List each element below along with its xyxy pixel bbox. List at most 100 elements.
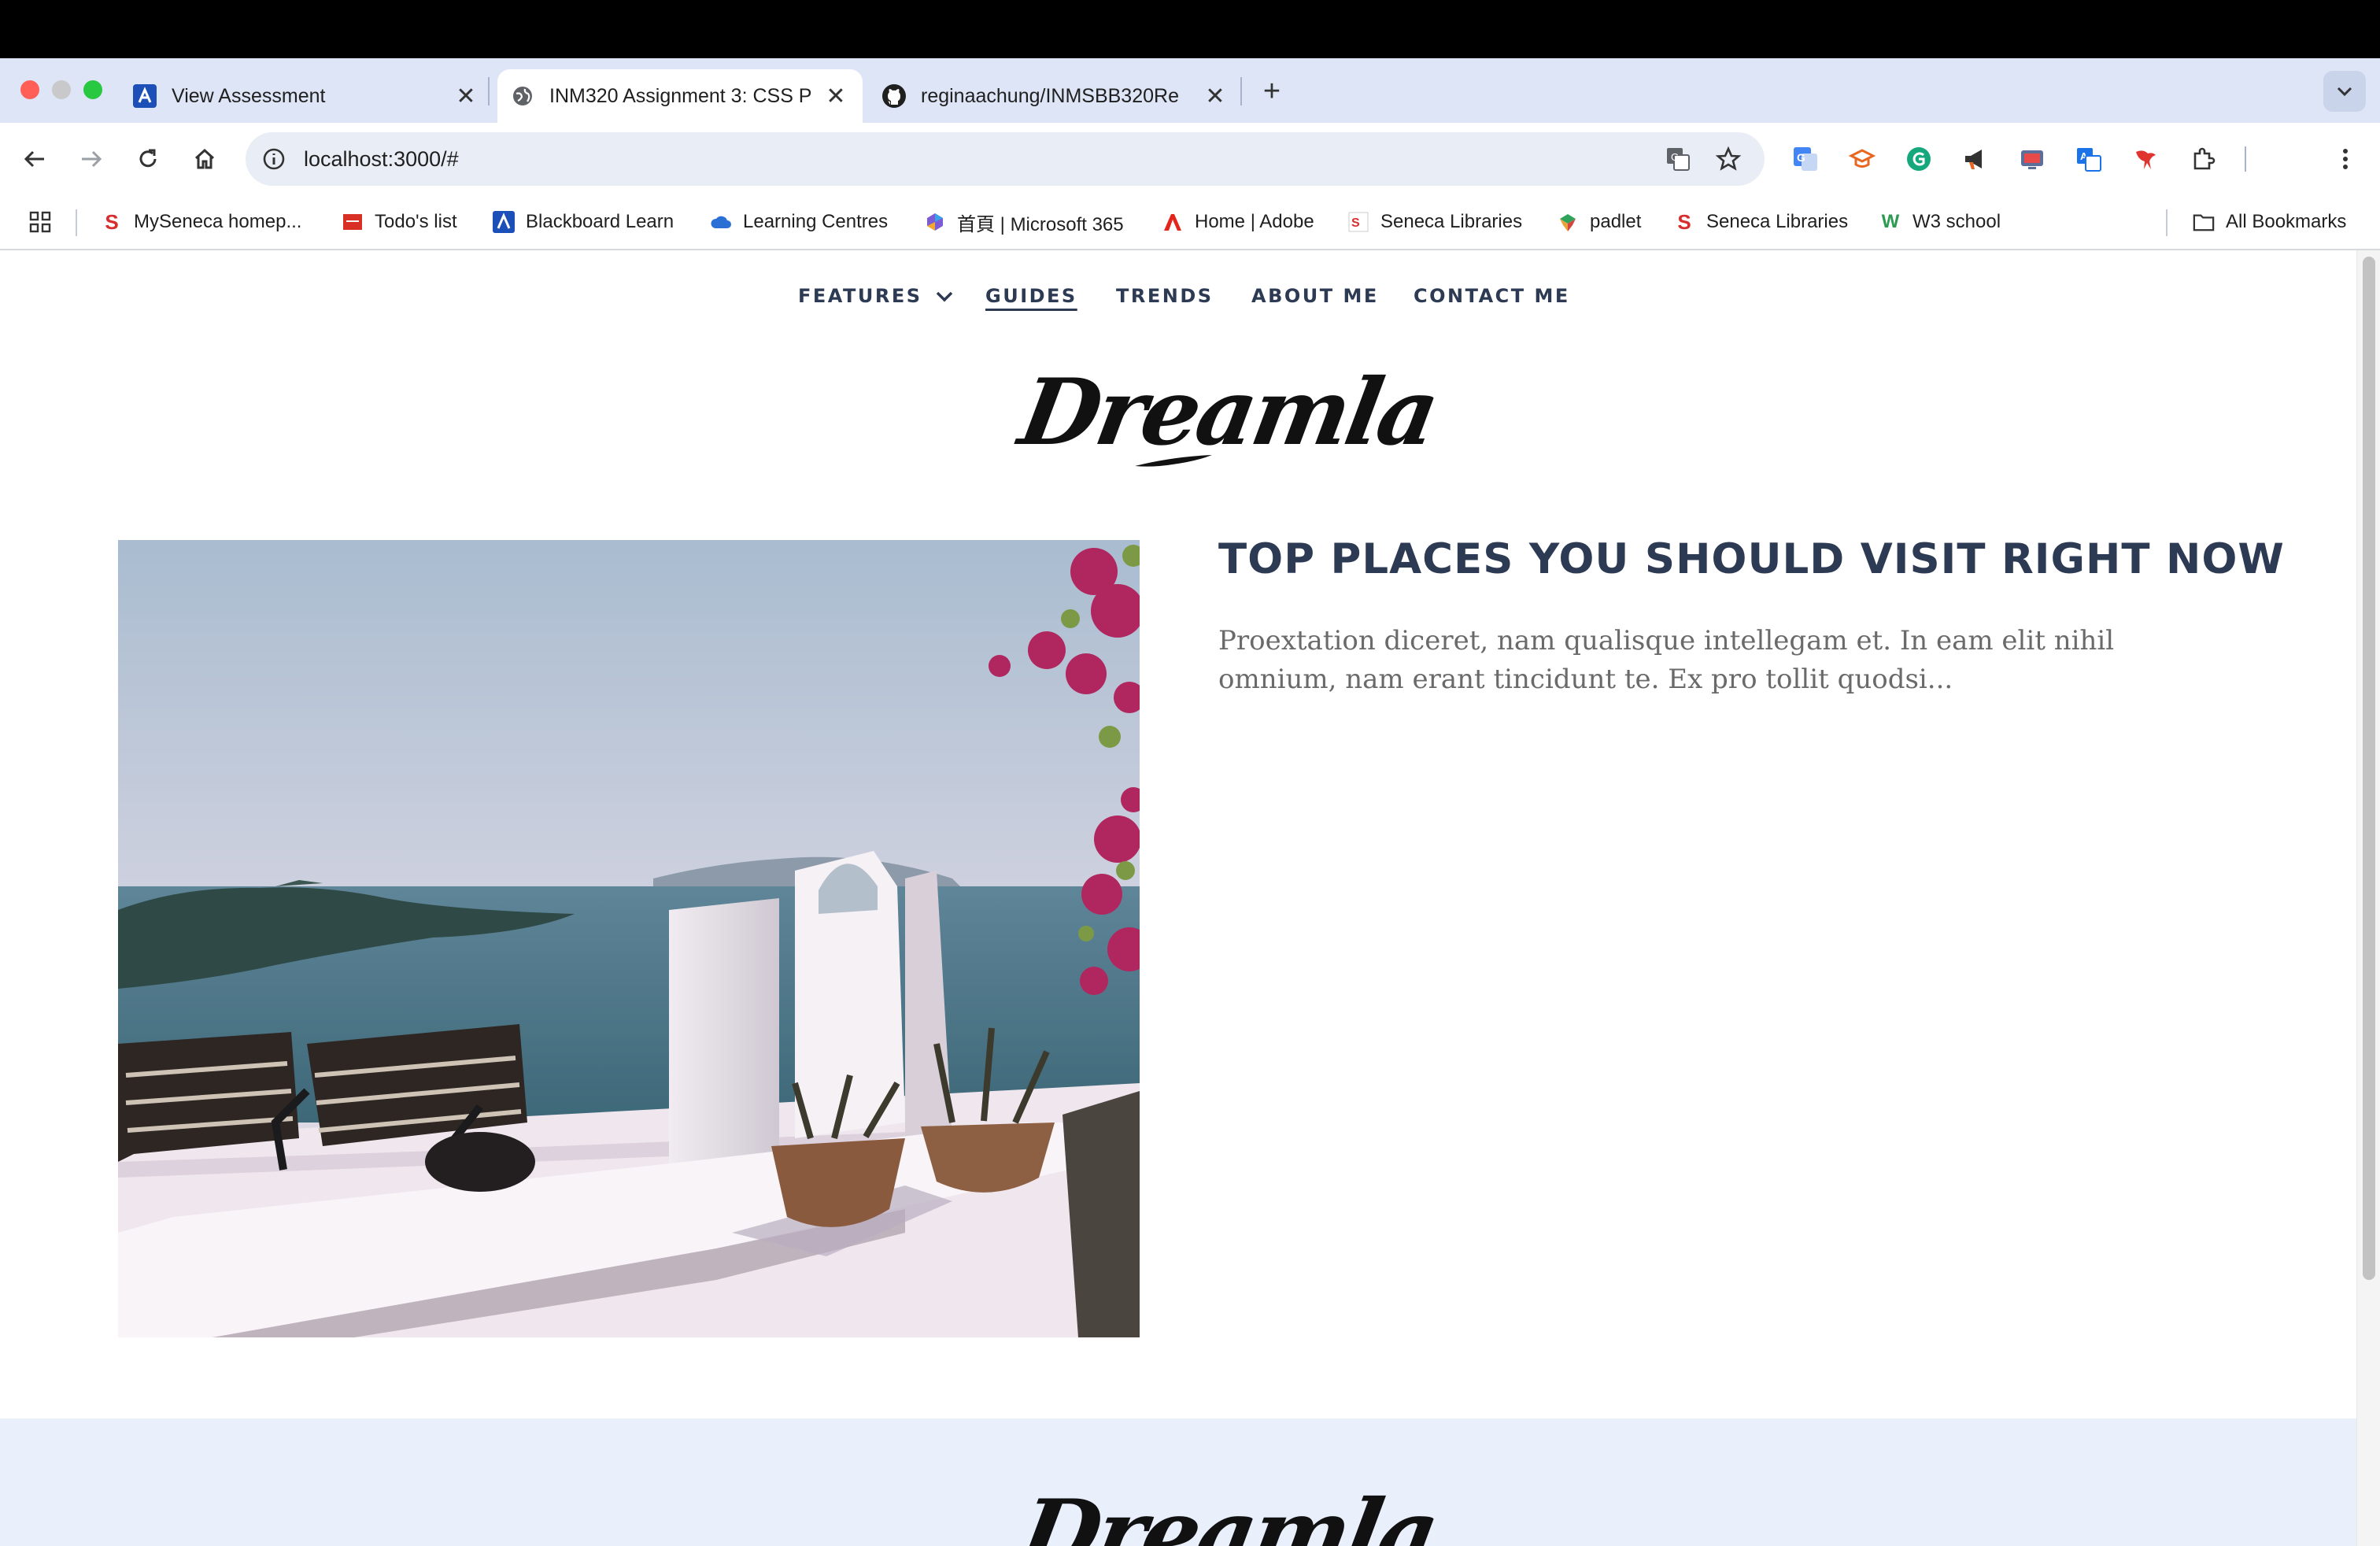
bookmark-seneca-libraries-2[interactable]: S Seneca Libraries <box>1673 206 1848 238</box>
close-window-button[interactable] <box>20 80 39 99</box>
minimize-window-button[interactable] <box>52 80 71 99</box>
nav-about-me[interactable]: ABOUT ME <box>1251 280 1379 312</box>
close-tab-icon[interactable]: ✕ <box>823 83 848 109</box>
bookmark-blackboard-learn[interactable]: Blackboard Learn <box>493 206 674 238</box>
cloud-icon <box>710 211 732 233</box>
all-bookmarks-button[interactable]: All Bookmarks <box>2193 206 2346 238</box>
forward-arrow-icon <box>82 150 102 168</box>
extensions-puzzle-icon[interactable] <box>2190 145 2218 173</box>
bookmark-star-icon[interactable] <box>1714 145 1743 173</box>
home-icon <box>194 148 215 169</box>
bookmark-todo-list[interactable]: Todo's list <box>342 206 457 238</box>
bookmark-label: Blackboard Learn <box>526 211 674 232</box>
bookmark-myseneca[interactable]: S MySeneca homep... <box>101 206 301 238</box>
system-menubar <box>0 0 2380 58</box>
tab-divider <box>488 77 490 105</box>
reload-button[interactable] <box>132 143 164 175</box>
bookmark-label: Seneca Libraries <box>1706 211 1849 232</box>
address-url[interactable]: localhost:3000/# <box>304 145 459 173</box>
bookmark-label: 首頁 | Microsoft 365 <box>957 213 1124 235</box>
bird-extension-icon[interactable] <box>2131 145 2160 173</box>
tab-title: INM320 Assignment 3: CSS P <box>549 84 812 107</box>
translate-icon[interactable]: G <box>1664 145 1692 173</box>
github-icon <box>881 83 907 109</box>
toolbar-divider <box>2245 146 2246 172</box>
bookmark-label: Learning Centres <box>743 211 889 232</box>
tab-github-repo[interactable]: reginaachung/INMSBB320Re ✕ <box>881 69 1228 123</box>
megaphone-extension-icon[interactable] <box>1961 145 1990 173</box>
adobe-icon <box>1162 211 1184 233</box>
svg-text:G: G <box>1797 151 1805 164</box>
bookmark-learning-centres[interactable]: Learning Centres <box>710 206 888 238</box>
post-title[interactable]: TOP PLACES YOU SHOULD VISIT RIGHT NOW <box>1218 535 2284 583</box>
seneca-icon: S <box>1677 209 1691 234</box>
apps-grid-icon <box>29 211 51 233</box>
w3-icon: W <box>1881 211 1900 232</box>
svg-text:S: S <box>1351 216 1360 230</box>
bookmark-label: Home | Adobe <box>1195 211 1314 232</box>
forward-button[interactable] <box>76 143 107 175</box>
seneca-lib-icon: S <box>1347 211 1369 233</box>
seneca-icon: S <box>105 209 119 234</box>
assessment-favicon-icon <box>132 83 157 109</box>
site-navigation: FEATURES GUIDES TRENDS ABOUT ME CONTACT … <box>787 280 1574 312</box>
tab-view-assessment[interactable]: View Assessment ✕ <box>132 69 479 123</box>
google-translate-extension-icon[interactable]: G <box>1791 145 1820 173</box>
nav-features[interactable]: FEATURES <box>798 280 954 312</box>
home-button[interactable] <box>189 143 220 175</box>
nav-contact-me[interactable]: CONTACT ME <box>1414 280 1570 312</box>
kebab-menu-icon[interactable] <box>2331 145 2360 173</box>
tab-title: reginaachung/INMSBB320Re <box>921 84 1179 107</box>
bookmark-label: All Bookmarks <box>2226 211 2347 232</box>
folder-icon <box>2193 211 2215 233</box>
new-tab-button[interactable]: + <box>1256 75 1288 108</box>
address-bar[interactable] <box>246 132 1765 186</box>
bookmark-seneca-libraries[interactable]: S Seneca Libraries <box>1347 206 1522 238</box>
nav-trends[interactable]: TRENDS <box>1116 280 1214 312</box>
bookmark-label: padlet <box>1590 211 1642 232</box>
microsoft365-icon <box>924 211 946 233</box>
post-excerpt: Proextation diceret, nam qualisque intel… <box>1218 625 2115 695</box>
blackboard-icon <box>493 211 515 233</box>
bookmarks-divider <box>2166 209 2168 236</box>
footer-logo[interactable]: Dreamla <box>1012 1480 1444 1546</box>
bookmark-padlet[interactable]: padlet <box>1557 206 1641 238</box>
bookmark-adobe[interactable]: Home | Adobe <box>1162 206 1314 238</box>
scrollbar-thumb[interactable] <box>2363 257 2375 1280</box>
featured-post-image[interactable] <box>118 540 1140 1337</box>
back-button[interactable] <box>19 143 50 175</box>
bookmark-label: Todo's list <box>375 211 457 232</box>
globe-icon <box>510 83 535 109</box>
apps-grid-button[interactable] <box>28 206 52 238</box>
bookmark-w3-school[interactable]: W W3 school <box>1879 206 2001 238</box>
tab-divider <box>1240 77 1242 105</box>
screen-recorder-extension-icon[interactable] <box>2018 145 2046 173</box>
logo-swash <box>1135 455 1212 467</box>
tab-title: View Assessment <box>172 84 326 107</box>
todo-icon <box>342 211 364 233</box>
tab-search-button[interactable] <box>2323 71 2366 112</box>
zoom-window-button[interactable] <box>83 80 102 99</box>
close-tab-icon[interactable]: ✕ <box>453 83 479 109</box>
nav-label: FEATURES <box>798 285 922 307</box>
bookmark-label: Seneca Libraries <box>1380 211 1523 232</box>
tab-inm320-assignment[interactable]: INM320 Assignment 3: CSS P ✕ <box>497 69 863 123</box>
chevron-down-icon <box>2337 87 2352 97</box>
grammarly-extension-icon[interactable] <box>1905 145 1933 173</box>
scholar-extension-icon[interactable] <box>1848 145 1876 173</box>
site-info-icon[interactable] <box>260 145 288 173</box>
chevron-down-icon <box>937 291 953 302</box>
bookmarks-divider <box>76 209 77 236</box>
bookmark-label: MySeneca homep... <box>134 211 302 232</box>
back-arrow-icon <box>24 150 44 168</box>
bookmark-label: W3 school <box>1913 211 2001 232</box>
logo-text: Dreamla <box>1012 1480 1444 1546</box>
translate-extension-icon[interactable]: A <box>2075 145 2103 173</box>
svg-text:G: G <box>1671 151 1679 163</box>
site-logo[interactable]: Dreamla <box>1012 359 1444 477</box>
close-tab-icon[interactable]: ✕ <box>1203 83 1228 109</box>
padlet-icon <box>1557 211 1579 233</box>
nav-guides[interactable]: GUIDES <box>985 280 1077 312</box>
bookmark-microsoft-365[interactable]: 首頁 | Microsoft 365 <box>924 206 1124 238</box>
reload-icon <box>139 149 157 168</box>
